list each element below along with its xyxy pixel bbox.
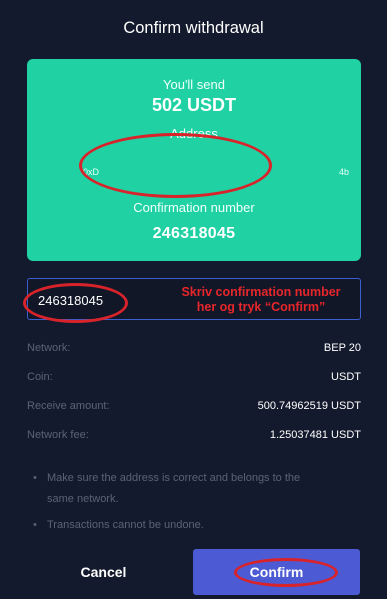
annotation-line-2: her og tryk “Confirm” — [196, 300, 326, 314]
bullet-icon: • — [33, 472, 37, 484]
detail-row-network: Network: BEP 20 — [27, 342, 361, 371]
warning-notes: • Make sure the address is correct and b… — [27, 468, 361, 536]
note-text: Transactions cannot be undone. — [47, 519, 204, 531]
detail-label: Receive amount: — [27, 400, 110, 412]
note-text: Make sure the address is correct and bel… — [47, 472, 301, 484]
detail-label: Coin: — [27, 371, 53, 383]
note-item: • Make sure the address is correct and b… — [27, 468, 361, 510]
detail-row-coin: Coin: USDT — [27, 371, 361, 400]
withdrawal-details: Network: BEP 20 Coin: USDT Receive amoun… — [27, 342, 361, 458]
note-text: same network. — [47, 493, 119, 505]
detail-value: 500.74962519 USDT — [257, 400, 361, 412]
detail-label: Network fee: — [27, 429, 89, 441]
address-end: 4b — [338, 167, 349, 177]
note-item: • Transactions cannot be undone. — [27, 515, 361, 536]
withdrawal-dialog: Confirm withdrawal You'll send 502 USDT … — [0, 0, 387, 599]
confirmation-label: Confirmation number — [133, 200, 255, 215]
confirmation-number: 246318045 — [152, 225, 236, 242]
dialog-title: Confirm withdrawal — [123, 19, 264, 37]
highlight-oval-confirm — [234, 558, 338, 587]
cancel-button[interactable]: Cancel — [27, 549, 180, 595]
detail-row-network-fee: Network fee: 1.25037481 USDT — [27, 429, 361, 458]
detail-label: Network: — [27, 342, 71, 354]
detail-value: BEP 20 — [323, 342, 361, 354]
highlight-oval-input — [23, 283, 128, 323]
detail-value: 1.25037481 USDT — [269, 429, 361, 441]
highlight-oval-confirmation — [79, 133, 272, 198]
send-label: You'll send — [163, 77, 225, 92]
detail-value: USDT — [331, 371, 361, 383]
bullet-icon: • — [33, 519, 37, 531]
send-amount: 502 USDT — [151, 95, 237, 115]
detail-row-receive-amount: Receive amount: 500.74962519 USDT — [27, 400, 361, 429]
instruction-annotation: Skriv confirmation number her og tryk “C… — [161, 285, 361, 315]
annotation-line-1: Skriv confirmation number — [181, 285, 341, 299]
